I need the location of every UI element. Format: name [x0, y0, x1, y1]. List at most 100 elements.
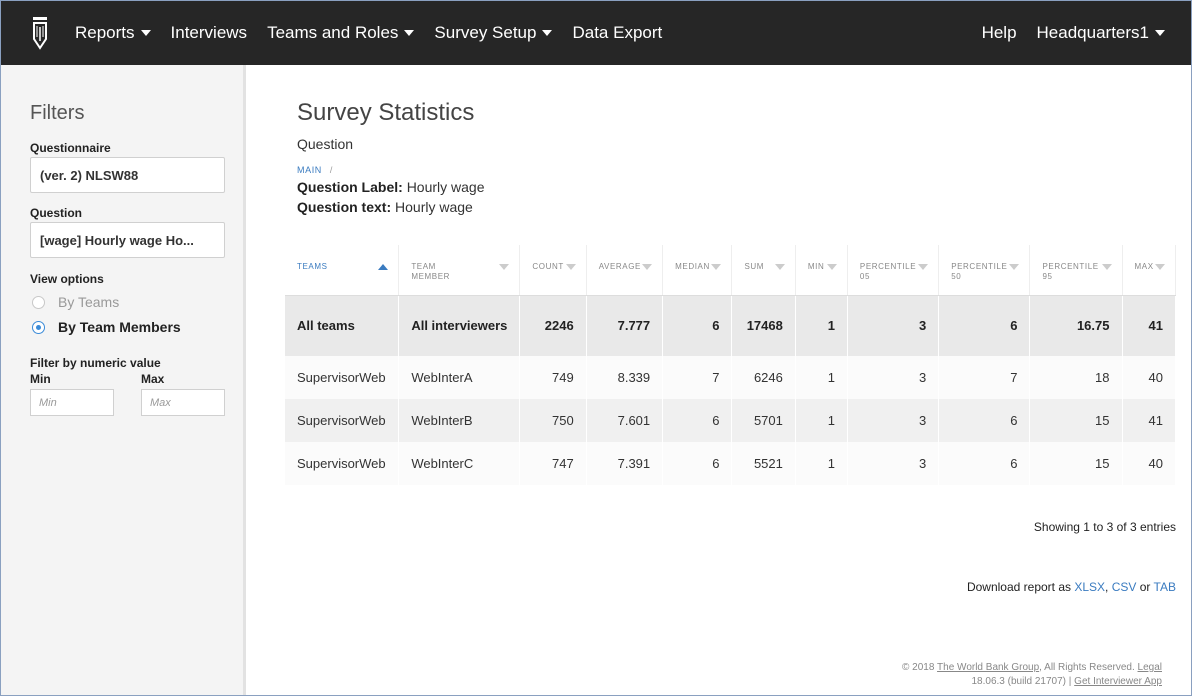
table-cell: 7	[938, 356, 1031, 399]
column-header-max[interactable]: MAX	[1122, 245, 1176, 296]
table-cell: 6	[938, 442, 1031, 485]
sort-icon[interactable]	[499, 264, 510, 270]
questionnaire-select[interactable]: (ver. 2) NLSW88	[30, 157, 225, 193]
view-by-members-radio[interactable]: By Team Members	[32, 319, 181, 335]
numeric-filter-label: Filter by numeric value	[30, 356, 161, 370]
table-cell: 7.601	[586, 399, 664, 442]
table-row: SupervisorWeb WebInterB 750 7.601 6 5701…	[285, 399, 1176, 442]
question-label-value: Hourly wage	[406, 179, 485, 195]
min-input[interactable]: Min	[30, 389, 114, 416]
sort-icon[interactable]	[774, 264, 785, 270]
sort-icon[interactable]	[1101, 264, 1112, 270]
column-header-sum[interactable]: SUM	[731, 245, 796, 296]
sort-icon[interactable]	[642, 264, 653, 270]
footer-legal-link[interactable]: Legal	[1138, 662, 1162, 673]
sort-ascending-icon[interactable]	[378, 264, 389, 270]
table-cell: 2246	[519, 295, 587, 356]
table-cell: 5701	[731, 399, 796, 442]
question-label-key: Question Label:	[297, 179, 403, 195]
breadcrumb-main-link[interactable]: MAIN	[297, 165, 322, 175]
table-cell: WebInterB	[398, 399, 521, 442]
table-cell: 6	[662, 399, 733, 442]
sort-icon[interactable]	[826, 264, 837, 270]
table-cell: 3	[847, 295, 940, 356]
nav-user-label: Headquarters1	[1036, 23, 1149, 42]
main-content: Survey Statistics Question MAIN / Questio…	[249, 65, 1191, 695]
table-cell: 40	[1122, 442, 1176, 485]
table-cell: 18	[1029, 356, 1123, 399]
table-total-row: All teams All interviewers 2246 7.777 6 …	[285, 295, 1176, 356]
radio-unchecked-icon[interactable]	[32, 295, 45, 309]
download-tab-link[interactable]: TAB	[1154, 580, 1176, 594]
chevron-down-icon	[1155, 30, 1165, 36]
download-xlsx-link[interactable]: XLSX	[1074, 580, 1105, 594]
question-text-key: Question text:	[297, 199, 392, 215]
min-label: Min	[30, 372, 51, 386]
nav-survey-setup[interactable]: Survey Setup	[434, 23, 553, 43]
table-cell: 7.777	[586, 295, 664, 356]
column-header-min[interactable]: MIN	[795, 245, 848, 296]
footer-version: 18.06.3 (build 21707) |	[971, 676, 1072, 687]
pagination-info: Showing 1 to 3 of 3 entries	[1033, 520, 1176, 534]
column-header-median[interactable]: MEDIAN	[662, 245, 733, 296]
table-cell: 1	[795, 295, 848, 356]
footer-copyright: © 2018	[902, 662, 935, 673]
footer: © 2018 The World Bank Group, All Rights …	[902, 661, 1162, 689]
breadcrumb-separator: /	[329, 165, 334, 175]
table-cell: 3	[847, 356, 940, 399]
download-links: Download report as XLSX, CSV or TAB	[966, 580, 1176, 594]
column-header-label: TEAM MEMBER	[411, 262, 451, 281]
chevron-down-icon	[140, 30, 151, 36]
max-input[interactable]: Max	[141, 389, 225, 416]
footer-copyright-line: © 2018 The World Bank Group, All Rights …	[902, 661, 1162, 675]
column-header-label: PERCENTILE 05	[859, 262, 917, 281]
table-cell: All teams	[285, 295, 400, 356]
footer-rights: , All Rights Reserved.	[1039, 662, 1135, 673]
nav-interviews[interactable]: Interviews	[171, 23, 248, 43]
column-header-team-member[interactable]: TEAM MEMBER	[398, 245, 521, 296]
nav-user-menu[interactable]: Headquarters1	[1037, 23, 1165, 43]
column-header-percentile-50[interactable]: PERCENTILE 50	[938, 245, 1031, 296]
table-cell: 1	[795, 399, 848, 442]
download-prefix: Download report as	[966, 580, 1072, 594]
sort-icon[interactable]	[565, 264, 576, 270]
column-header-label: MAX	[1134, 262, 1154, 271]
view-by-teams-label: By Teams	[58, 294, 120, 310]
download-csv-link[interactable]: CSV	[1112, 580, 1137, 594]
table-cell: 41	[1122, 399, 1176, 442]
table-cell: 8.339	[586, 356, 664, 399]
max-label: Max	[141, 372, 165, 386]
page-subtitle: Question	[297, 136, 354, 152]
nav-data-export[interactable]: Data Export	[572, 23, 662, 43]
table-cell: SupervisorWeb	[285, 442, 400, 485]
nav-reports-label: Reports	[75, 23, 135, 42]
sort-icon[interactable]	[1009, 264, 1020, 270]
column-header-percentile-95[interactable]: PERCENTILE 95	[1029, 245, 1123, 296]
question-select[interactable]: [wage] Hourly wage Ho...	[30, 222, 225, 258]
table-cell: 6	[662, 295, 733, 356]
nav-reports[interactable]: Reports	[75, 23, 151, 43]
table-cell: 16.75	[1029, 295, 1123, 356]
sort-icon[interactable]	[711, 264, 722, 270]
question-label: Question	[30, 206, 83, 220]
table-cell: 3	[847, 442, 940, 485]
logo-icon[interactable]	[25, 13, 55, 53]
footer-app-link[interactable]: Get Interviewer App	[1074, 676, 1162, 687]
table-cell: SupervisorWeb	[285, 356, 400, 399]
nav-help-label: Help	[981, 23, 1017, 42]
view-by-teams-radio[interactable]: By Teams	[32, 294, 119, 310]
sort-icon[interactable]	[1155, 264, 1165, 270]
chevron-down-icon	[404, 30, 415, 36]
column-header-average[interactable]: AVERAGE	[586, 245, 664, 296]
nav-teams-and-roles[interactable]: Teams and Roles	[267, 23, 415, 43]
footer-org-link[interactable]: The World Bank Group	[937, 662, 1039, 673]
column-header-percentile-05[interactable]: PERCENTILE 05	[847, 245, 940, 296]
column-header-label: MIN	[807, 262, 825, 271]
nav-help[interactable]: Help	[982, 23, 1017, 43]
sort-icon[interactable]	[918, 264, 929, 270]
table-cell: 15	[1029, 399, 1123, 442]
radio-checked-icon[interactable]	[32, 320, 45, 334]
page-title: Survey Statistics	[297, 99, 475, 126]
column-header-count[interactable]: COUNT	[519, 245, 587, 296]
column-header-teams[interactable]: TEAMS	[285, 245, 400, 296]
